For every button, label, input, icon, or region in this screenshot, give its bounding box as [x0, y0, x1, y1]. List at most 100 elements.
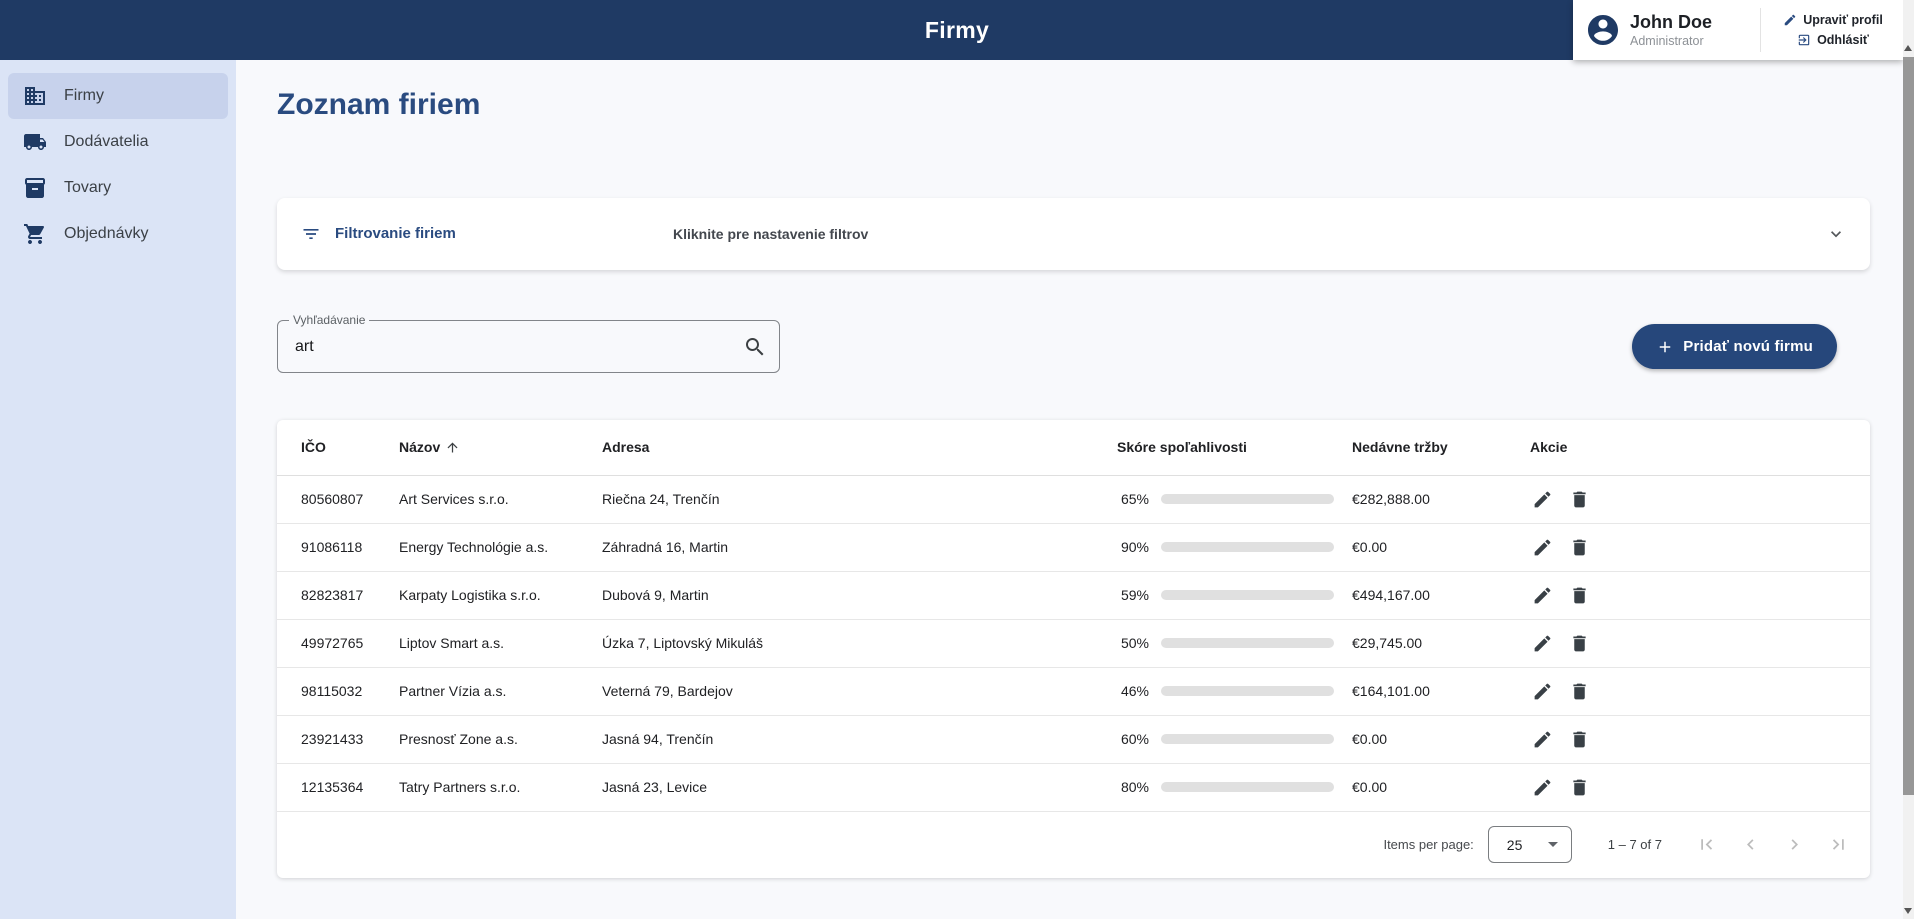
dropdown-arrow-icon	[1548, 842, 1558, 847]
column-header-nazov[interactable]: Názov	[399, 439, 602, 455]
items-per-page-label: Items per page:	[1383, 837, 1473, 852]
next-page-button[interactable]	[1772, 825, 1816, 865]
user-name: John Doe	[1630, 12, 1748, 33]
score-progress-bar	[1161, 542, 1334, 552]
cell-skore: 59%	[1117, 587, 1352, 603]
last-page-button[interactable]	[1816, 825, 1860, 865]
edit-row-button[interactable]	[1530, 727, 1554, 751]
scrollbar-thumb[interactable]	[1903, 57, 1914, 795]
score-value: 46%	[1117, 683, 1149, 699]
logout-button[interactable]: Odhlásiť	[1797, 33, 1869, 47]
score-progress-bar	[1161, 494, 1334, 504]
table-row: 91086118 Energy Technológie a.s. Záhradn…	[277, 524, 1870, 572]
scroll-down-icon[interactable]	[1904, 908, 1912, 914]
search-field[interactable]: Vyhľadávanie	[277, 320, 780, 373]
score-progress-bar	[1161, 782, 1334, 792]
column-header-adresa[interactable]: Adresa	[602, 439, 1117, 455]
chevron-down-icon[interactable]	[1826, 224, 1846, 244]
edit-row-button[interactable]	[1530, 583, 1554, 607]
edit-row-button[interactable]	[1530, 679, 1554, 703]
edit-profile-button[interactable]: Upraviť profil	[1783, 13, 1883, 27]
cell-nazov: Art Services s.r.o.	[399, 491, 602, 507]
delete-row-button[interactable]	[1567, 727, 1591, 751]
cell-adresa: Veterná 79, Bardejov	[602, 683, 1117, 699]
delete-row-button[interactable]	[1567, 679, 1591, 703]
first-page-button[interactable]	[1684, 825, 1728, 865]
delete-row-button[interactable]	[1567, 535, 1591, 559]
score-progress-bar	[1161, 734, 1334, 744]
score-progress-bar	[1161, 686, 1334, 696]
delete-row-button[interactable]	[1567, 487, 1591, 511]
trash-icon	[1569, 681, 1590, 702]
logout-label: Odhlásiť	[1817, 33, 1869, 47]
score-progress-bar	[1161, 638, 1334, 648]
column-header-skore[interactable]: Skóre spoľahlivosti	[1117, 439, 1352, 455]
truck-icon	[23, 130, 47, 154]
trash-icon	[1569, 585, 1590, 606]
cell-ico: 12135364	[277, 779, 399, 795]
cell-akcie	[1530, 631, 1870, 655]
sort-ascending-icon	[445, 440, 460, 455]
cell-nazov: Presnosť Zone a.s.	[399, 731, 602, 747]
cell-ico: 91086118	[277, 539, 399, 555]
cell-adresa: Riečna 24, Trenčín	[602, 491, 1117, 507]
cell-skore: 50%	[1117, 635, 1352, 651]
last-page-icon	[1828, 834, 1849, 855]
sidebar-item-dodavatelia[interactable]: Dodávatelia	[8, 119, 228, 165]
sidebar-item-tovary[interactable]: Tovary	[8, 165, 228, 211]
search-icon[interactable]	[743, 335, 767, 359]
cell-adresa: Jasná 23, Levice	[602, 779, 1117, 795]
pager-buttons	[1684, 825, 1860, 865]
table-row: 82823817 Karpaty Logistika s.r.o. Dubová…	[277, 572, 1870, 620]
table-row: 23921433 Presnosť Zone a.s. Jasná 94, Tr…	[277, 716, 1870, 764]
pencil-icon	[1532, 585, 1553, 606]
filter-panel-header: Filtrovanie firiem	[301, 224, 673, 244]
column-header-akcie: Akcie	[1530, 439, 1870, 455]
divider	[1760, 8, 1761, 52]
edit-row-button[interactable]	[1530, 487, 1554, 511]
cell-trzby: €164,101.00	[1352, 683, 1530, 699]
page-scrollbar[interactable]	[1903, 0, 1914, 919]
delete-row-button[interactable]	[1567, 631, 1591, 655]
trash-icon	[1569, 537, 1590, 558]
cell-trzby: €282,888.00	[1352, 491, 1530, 507]
filter-icon	[301, 224, 321, 244]
user-card: John Doe Administrator Upraviť profil Od…	[1573, 0, 1903, 60]
page-title: Zoznam firiem	[277, 88, 1870, 123]
edit-row-button[interactable]	[1530, 775, 1554, 799]
column-header-trzby[interactable]: Nedávne tržby	[1352, 439, 1530, 455]
filter-panel-title: Filtrovanie firiem	[335, 225, 456, 242]
cell-ico: 23921433	[277, 731, 399, 747]
score-value: 80%	[1117, 779, 1149, 795]
delete-row-button[interactable]	[1567, 583, 1591, 607]
add-company-button[interactable]: Pridať novú firmu	[1632, 324, 1837, 369]
page-size-select[interactable]: 25	[1488, 826, 1572, 863]
edit-row-button[interactable]	[1530, 535, 1554, 559]
scroll-up-icon[interactable]	[1904, 45, 1912, 51]
score-progress-bar	[1161, 590, 1334, 600]
score-value: 90%	[1117, 539, 1149, 555]
pencil-icon	[1532, 681, 1553, 702]
cell-skore: 60%	[1117, 731, 1352, 747]
sidebar-item-label: Objednávky	[64, 225, 149, 243]
cell-akcie	[1530, 583, 1870, 607]
cell-skore: 80%	[1117, 779, 1352, 795]
cell-trzby: €0.00	[1352, 731, 1530, 747]
delete-row-button[interactable]	[1567, 775, 1591, 799]
column-header-ico[interactable]: IČO	[277, 439, 399, 455]
cell-akcie	[1530, 727, 1870, 751]
table-row: 12135364 Tatry Partners s.r.o. Jasná 23,…	[277, 764, 1870, 812]
next-page-icon	[1784, 834, 1805, 855]
edit-row-button[interactable]	[1530, 631, 1554, 655]
paginator: Items per page: 25 1 – 7 of 7	[277, 812, 1870, 878]
cell-nazov: Energy Technológie a.s.	[399, 539, 602, 555]
sidebar-item-firmy[interactable]: Firmy	[8, 73, 228, 119]
filter-panel[interactable]: Filtrovanie firiem Kliknite pre nastaven…	[277, 198, 1870, 270]
sidebar: Firmy Dodávatelia Tovary Objednávky	[0, 60, 236, 919]
table-row: 98115032 Partner Vízia a.s. Veterná 79, …	[277, 668, 1870, 716]
trash-icon	[1569, 489, 1590, 510]
previous-page-button[interactable]	[1728, 825, 1772, 865]
pencil-icon	[1532, 537, 1553, 558]
search-input[interactable]	[293, 337, 743, 357]
sidebar-item-objednavky[interactable]: Objednávky	[8, 211, 228, 257]
